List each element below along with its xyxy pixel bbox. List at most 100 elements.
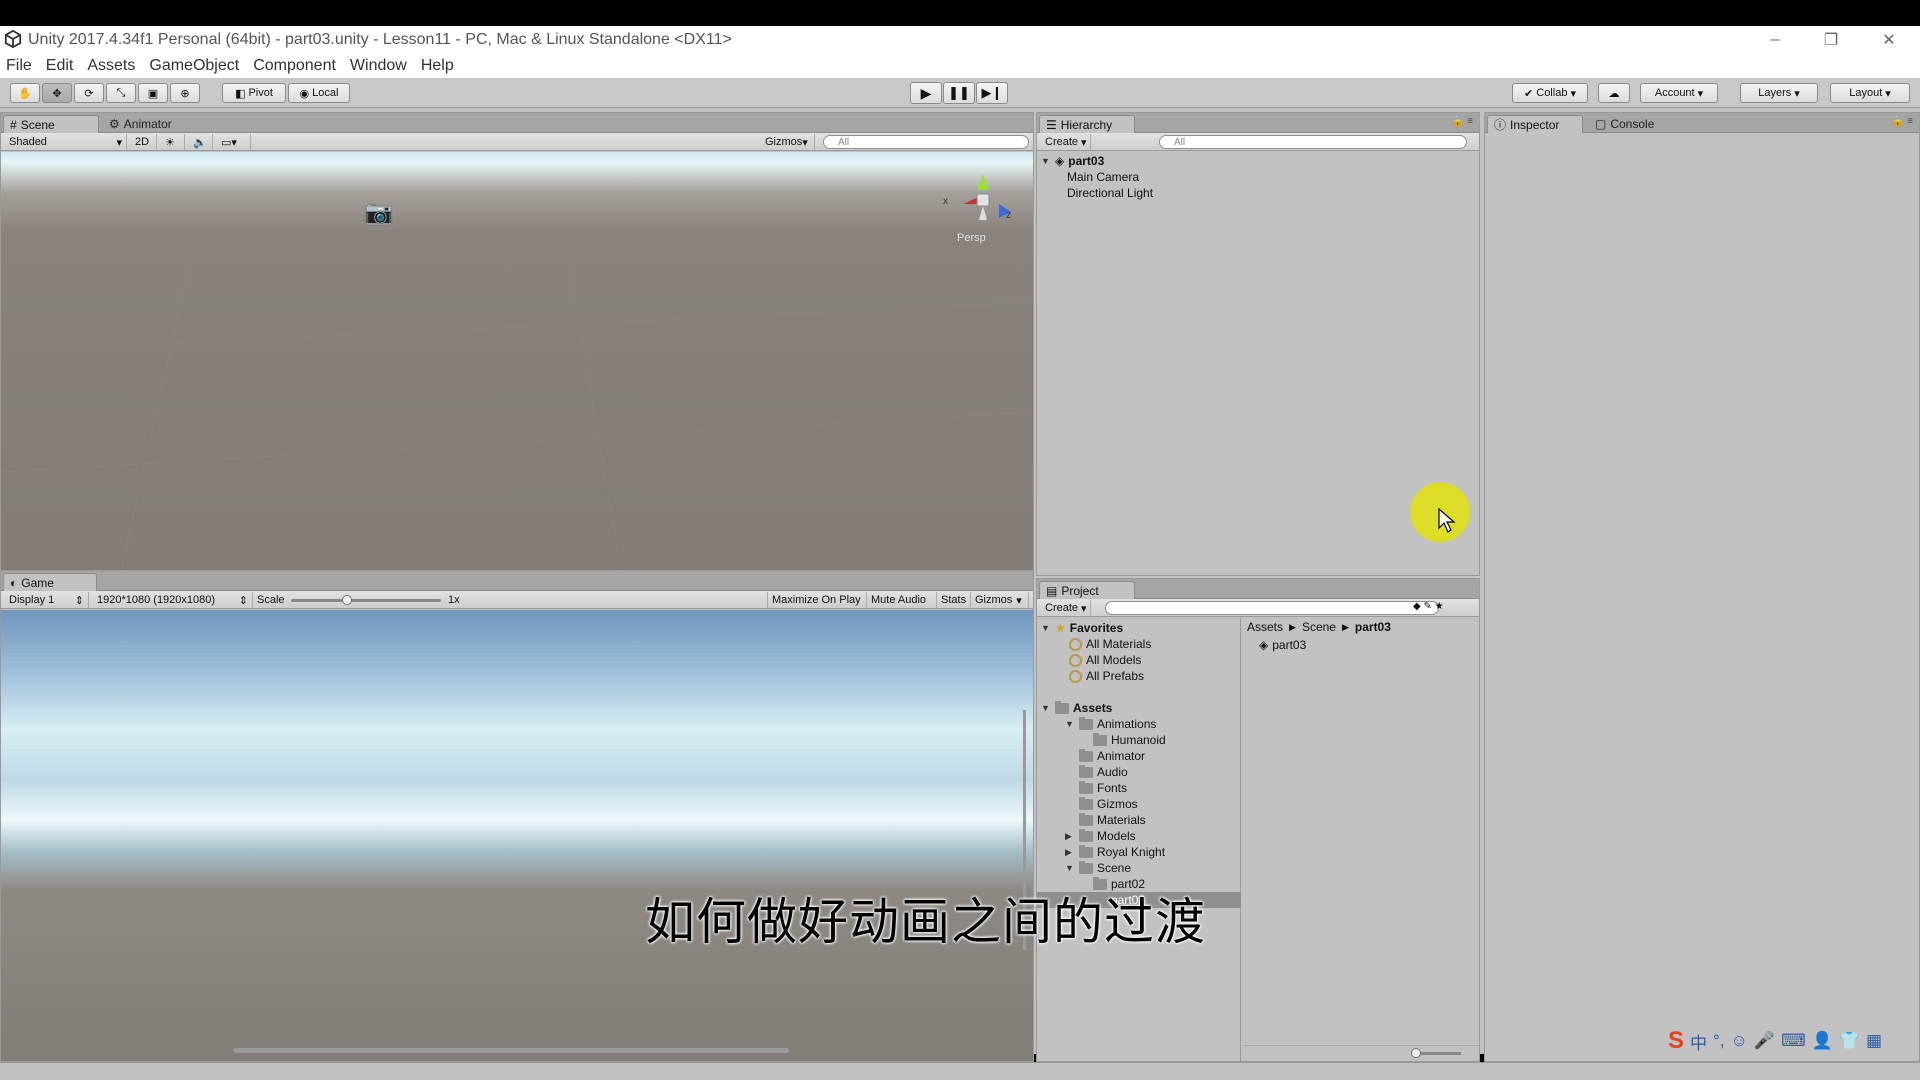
minimize-button[interactable]: – bbox=[1752, 26, 1798, 54]
collab-dropdown[interactable]: ✔ Collab ▾ bbox=[1512, 83, 1588, 103]
asset-folder-item[interactable]: ▼ Scene bbox=[1065, 860, 1131, 876]
local-button[interactable]: ◉ Local bbox=[288, 83, 350, 103]
expand-arrow-icon[interactable]: ▼ bbox=[1065, 863, 1075, 873]
tab-project[interactable]: ▤ Project bbox=[1039, 581, 1135, 599]
rotate-tool-button[interactable]: ⟳ bbox=[74, 83, 104, 103]
menu-assets[interactable]: Assets bbox=[87, 57, 135, 75]
menu-gameobject[interactable]: GameObject bbox=[149, 57, 239, 75]
favorite-all-prefabs[interactable]: All Prefabs bbox=[1069, 668, 1144, 684]
mute-audio-toggle[interactable]: Mute Audio bbox=[867, 592, 937, 608]
camera-gizmo-icon[interactable]: 📷 bbox=[365, 200, 392, 226]
filter-icons[interactable]: ◆ ✎ ★ bbox=[1413, 601, 1444, 612]
expand-arrow-icon[interactable]: ▼ bbox=[1065, 719, 1075, 729]
panel-menu-icon[interactable]: 🔒 ≡ bbox=[1892, 116, 1913, 127]
assets-root[interactable]: ▼ Assets bbox=[1041, 700, 1112, 716]
hierarchy-search-input[interactable]: All bbox=[1159, 135, 1467, 149]
panel-menu-icon[interactable]: 🔒 ≡ bbox=[1452, 116, 1473, 127]
project-create-dropdown[interactable]: Create ▾ bbox=[1041, 600, 1091, 616]
audio-toggle[interactable]: 🔈 bbox=[189, 134, 213, 150]
asset-folder-item[interactable]: ▶ Royal Knight bbox=[1065, 844, 1165, 860]
layout-dropdown[interactable]: Layout ▾ bbox=[1830, 83, 1910, 103]
expand-arrow-icon[interactable]: ▼ bbox=[1041, 623, 1051, 633]
display-dropdown[interactable]: Display 1 ⇕ bbox=[5, 592, 89, 608]
ime-chinese-icon[interactable]: 中 bbox=[1690, 1029, 1707, 1054]
icon-size-slider-thumb[interactable] bbox=[1411, 1048, 1421, 1058]
tab-animator[interactable]: ⚙ Animator bbox=[103, 115, 193, 133]
favorite-all-models[interactable]: All Models bbox=[1069, 652, 1141, 668]
menu-help[interactable]: Help bbox=[421, 57, 454, 75]
shading-dropdown[interactable]: Shaded ▾ bbox=[5, 134, 127, 150]
hierarchy-item-main-camera[interactable]: Main Camera bbox=[1067, 169, 1139, 185]
lighting-toggle[interactable]: ☀ bbox=[161, 134, 185, 150]
transform-tool-button[interactable]: ⊕ bbox=[170, 83, 200, 103]
asset-folder-item[interactable]: Materials bbox=[1065, 812, 1146, 828]
menu-edit[interactable]: Edit bbox=[46, 57, 74, 75]
persp-label[interactable]: Persp bbox=[957, 232, 986, 244]
breadcrumb-assets[interactable]: Assets bbox=[1247, 620, 1283, 634]
breadcrumb-part03[interactable]: part03 bbox=[1355, 620, 1391, 634]
assets-label: Assets bbox=[1073, 701, 1113, 715]
ime-skin-icon[interactable]: 👕 bbox=[1839, 1031, 1860, 1051]
menu-component[interactable]: Component bbox=[253, 57, 336, 75]
effects-dropdown[interactable]: ▭ ▾ bbox=[217, 134, 251, 150]
asset-folder-item[interactable]: Audio bbox=[1065, 764, 1128, 780]
hierarchy-create-dropdown[interactable]: Create ▾ bbox=[1041, 134, 1091, 150]
expand-arrow-icon[interactable]: ▼ bbox=[1041, 156, 1051, 166]
hierarchy-item-directional-light[interactable]: Directional Light bbox=[1067, 185, 1153, 201]
pause-button[interactable]: ❚❚ bbox=[943, 82, 975, 104]
favorite-all-materials[interactable]: All Materials bbox=[1069, 636, 1151, 652]
scene-viewport[interactable]: 📷 x z Persp bbox=[1, 152, 1033, 570]
asset-folder-item[interactable]: ▼ Animations bbox=[1065, 716, 1156, 732]
asset-folder-item[interactable]: Animator bbox=[1065, 748, 1145, 764]
move-tool-button[interactable]: ✥ bbox=[42, 83, 72, 103]
ime-grid-icon[interactable]: ▦ bbox=[1866, 1031, 1882, 1051]
restore-button[interactable]: ❐ bbox=[1808, 26, 1854, 54]
layers-dropdown[interactable]: Layers ▾ bbox=[1740, 83, 1818, 103]
menu-window[interactable]: Window bbox=[350, 57, 407, 75]
game-gizmos-dropdown[interactable]: Gizmos ▾ bbox=[971, 592, 1029, 608]
expand-arrow-icon[interactable]: ▼ bbox=[1041, 703, 1051, 713]
project-file-part03[interactable]: ◈ part03 bbox=[1259, 637, 1306, 653]
tab-scene[interactable]: # Scene bbox=[3, 115, 99, 133]
tab-hierarchy[interactable]: ☰ Hierarchy bbox=[1039, 115, 1135, 133]
tab-inspector[interactable]: ⓘ Inspector bbox=[1487, 115, 1583, 133]
tab-game[interactable]: ◐ Game bbox=[3, 573, 97, 591]
scale-slider-thumb[interactable] bbox=[342, 595, 352, 605]
step-button[interactable]: ▶❙ bbox=[976, 82, 1008, 104]
hand-tool-button[interactable]: ✋ bbox=[10, 83, 40, 103]
pivot-button[interactable]: ◧ Pivot bbox=[222, 83, 286, 103]
maximize-on-play-toggle[interactable]: Maximize On Play bbox=[767, 592, 867, 608]
asset-folder-item[interactable]: Humanoid bbox=[1079, 732, 1166, 748]
breadcrumb-scene[interactable]: Scene bbox=[1302, 620, 1336, 634]
ime-mic-icon[interactable]: 🎤 bbox=[1754, 1031, 1775, 1051]
game-viewport[interactable] bbox=[1, 610, 1033, 1061]
close-button[interactable]: ✕ bbox=[1866, 26, 1912, 54]
scale-tool-button[interactable]: ⤡ bbox=[106, 83, 136, 103]
rect-tool-button[interactable]: ▣ bbox=[138, 83, 168, 103]
project-search-input[interactable] bbox=[1105, 601, 1439, 615]
cloud-button[interactable]: ☁ bbox=[1598, 83, 1630, 103]
favorites-header[interactable]: ▼ ★ Favorites bbox=[1041, 620, 1123, 636]
2d-toggle[interactable]: 2D bbox=[131, 134, 157, 150]
menu-file[interactable]: File bbox=[6, 57, 32, 75]
sogou-logo-icon[interactable]: S bbox=[1668, 1027, 1684, 1055]
play-button[interactable]: ▶ bbox=[910, 82, 942, 104]
tab-console[interactable]: ▢ Console bbox=[1589, 115, 1679, 133]
asset-folder-item[interactable]: Fonts bbox=[1065, 780, 1127, 796]
ime-emoji-icon[interactable]: ☺ bbox=[1731, 1031, 1748, 1051]
scale-slider[interactable] bbox=[291, 599, 441, 602]
asset-folder-item[interactable]: Gizmos bbox=[1065, 796, 1138, 812]
scene-search-input[interactable]: All bbox=[823, 135, 1029, 149]
gizmos-dropdown[interactable]: Gizmos ▾ bbox=[761, 134, 815, 150]
game-view-h-scrollbar[interactable] bbox=[233, 1048, 789, 1053]
ime-user-icon[interactable]: 👤 bbox=[1812, 1031, 1833, 1051]
ime-punctuation-icon[interactable]: °, bbox=[1713, 1031, 1725, 1051]
hierarchy-scene-root[interactable]: ▼ ◈ part03 bbox=[1041, 153, 1104, 169]
expand-arrow-icon[interactable]: ▶ bbox=[1065, 831, 1075, 842]
asset-folder-item[interactable]: ▶ Models bbox=[1065, 828, 1136, 844]
stats-toggle[interactable]: Stats bbox=[937, 592, 971, 608]
expand-arrow-icon[interactable]: ▶ bbox=[1065, 847, 1075, 858]
account-dropdown[interactable]: Account ▾ bbox=[1640, 83, 1718, 103]
ime-keyboard-icon[interactable]: ⌨ bbox=[1781, 1031, 1806, 1051]
resolution-dropdown[interactable]: 1920*1080 (1920x1080) ⇕ bbox=[93, 592, 253, 608]
